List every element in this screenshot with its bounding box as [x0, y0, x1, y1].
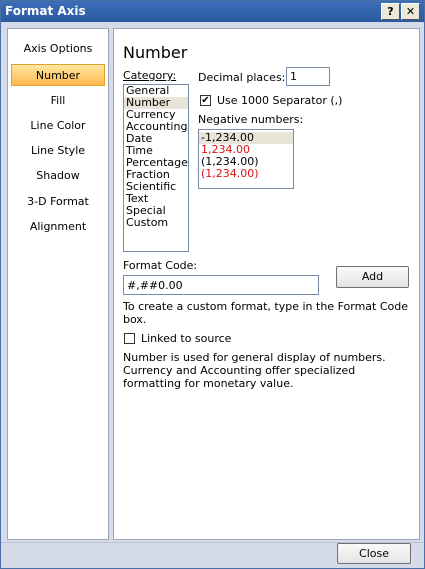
decimal-places-label: Decimal places: — [198, 71, 286, 84]
decimal-places-input[interactable] — [286, 67, 330, 86]
use-separator-checkbox[interactable]: ✔ — [200, 95, 211, 106]
nav-item-3d-format[interactable]: 3-D Format — [11, 191, 105, 213]
format-code-input[interactable] — [123, 275, 319, 295]
category-option[interactable]: Custom — [124, 217, 188, 229]
close-window-button[interactable]: ✕ — [401, 3, 420, 20]
add-button[interactable]: Add — [336, 266, 409, 288]
nav-item-line-color[interactable]: Line Color — [11, 115, 105, 137]
format-code-label: Format Code: — [123, 259, 198, 272]
use-separator-label: Use 1000 Separator (,) — [217, 94, 343, 107]
format-axis-dialog: Format Axis ? ✕ Axis Options Number Fill… — [0, 0, 425, 569]
dialog-title: Format Axis — [5, 4, 86, 18]
custom-format-hint: To create a custom format, type in the F… — [123, 300, 408, 326]
nav-item-axis-options[interactable]: Axis Options — [11, 38, 105, 60]
nav-item-fill[interactable]: Fill — [11, 90, 105, 112]
nav-item-shadow[interactable]: Shadow — [11, 165, 105, 187]
linked-to-source-checkbox[interactable] — [124, 333, 135, 344]
negative-format-option[interactable]: (1,234.00) — [199, 168, 293, 180]
category-label: Category: — [123, 69, 177, 82]
help-button[interactable]: ? — [381, 3, 400, 20]
number-description: Number is used for general display of nu… — [123, 351, 386, 390]
panel-heading: Number — [123, 43, 188, 62]
nav-item-alignment[interactable]: Alignment — [11, 216, 105, 238]
negative-numbers-listbox[interactable]: -1,234.00 1,234.00 (1,234.00) (1,234.00) — [198, 129, 294, 189]
title-bar: Format Axis ? ✕ — [1, 1, 424, 22]
linked-to-source-label: Linked to source — [141, 332, 232, 345]
negative-numbers-label: Negative numbers: — [198, 113, 304, 126]
category-listbox[interactable]: General Number Currency Accounting Date … — [123, 84, 189, 252]
close-button[interactable]: Close — [337, 543, 411, 564]
nav-item-number[interactable]: Number — [11, 64, 105, 86]
category-nav: Axis Options Number Fill Line Color Line… — [7, 28, 109, 540]
nav-item-line-style[interactable]: Line Style — [11, 140, 105, 162]
number-panel: Number Category: General Number Currency… — [113, 28, 420, 540]
